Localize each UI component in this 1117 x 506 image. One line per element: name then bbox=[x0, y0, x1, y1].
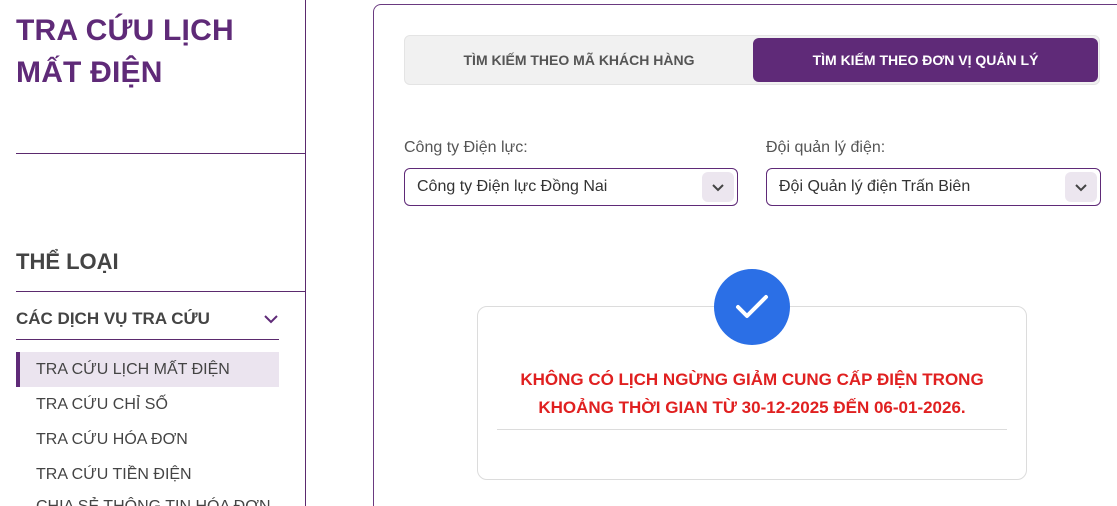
company-label: Công ty Điện lực: bbox=[404, 139, 528, 156]
nav-item-invoice[interactable]: TRA CỨU HÓA ĐƠN bbox=[16, 422, 279, 457]
nav-list: TRA CỨU LỊCH MẤT ĐIỆN TRA CỨU CHỈ SỐ TRA… bbox=[16, 352, 279, 506]
result-divider bbox=[497, 429, 1007, 430]
no-outage-message: KHÔNG CÓ LỊCH NGỪNG GIẢM CUNG CẤP ĐIỆN T… bbox=[520, 370, 984, 417]
company-select[interactable]: Công ty Điện lực Đồng Nai bbox=[404, 168, 738, 206]
lookup-services-group-toggle[interactable]: CÁC DỊCH VỤ TRA CỨU bbox=[16, 298, 279, 340]
team-select[interactable]: Đội Quản lý điện Trấn Biên bbox=[766, 168, 1101, 206]
check-icon bbox=[714, 269, 790, 345]
nav-item-label: TRA CỨU CHỈ SỐ bbox=[36, 395, 168, 413]
sidebar: TRA CỨU LỊCH MẤT ĐIỆN THỂ LOẠI CÁC DỊCH … bbox=[0, 0, 306, 506]
nav-item-label: TRA CỨU TIỀN ĐIỆN bbox=[36, 465, 192, 483]
team-label: Đội quản lý điện: bbox=[766, 139, 886, 156]
nav-item-label: CHIA SẺ THÔNG TIN HÓA ĐƠN bbox=[36, 498, 271, 506]
chevron-down-icon bbox=[702, 172, 734, 202]
chevron-down-icon bbox=[263, 311, 279, 327]
search-mode-tabs: TÌM KIẾM THEO MÃ KHÁCH HÀNG TÌM KIẾM THE… bbox=[404, 35, 1100, 85]
nav-item-label: TRA CỨU LỊCH MẤT ĐIỆN bbox=[36, 360, 230, 378]
tab-search-by-customer-code[interactable]: TÌM KIẾM THEO MÃ KHÁCH HÀNG bbox=[407, 38, 751, 82]
page-title: TRA CỨU LỊCH MẤT ĐIỆN bbox=[16, 14, 234, 89]
team-select-value: Đội Quản lý điện Trấn Biên bbox=[779, 178, 971, 195]
chevron-down-icon bbox=[1065, 172, 1097, 202]
category-divider bbox=[16, 291, 305, 292]
nav-item-label: TRA CỨU HÓA ĐƠN bbox=[36, 430, 188, 448]
category-heading: THỂ LOẠI bbox=[16, 249, 119, 274]
sidebar-divider bbox=[16, 153, 305, 154]
tab-search-by-management-unit[interactable]: TÌM KIẾM THEO ĐƠN VỊ QUẢN LÝ bbox=[753, 38, 1098, 82]
company-select-value: Công ty Điện lực Đồng Nai bbox=[417, 178, 608, 195]
nav-item-share-invoice[interactable]: CHIA SẺ THÔNG TIN HÓA ĐƠN bbox=[16, 492, 279, 506]
nav-item-meter-index[interactable]: TRA CỨU CHỈ SỐ bbox=[16, 387, 279, 422]
nav-item-outage-schedule[interactable]: TRA CỨU LỊCH MẤT ĐIỆN bbox=[16, 352, 279, 387]
group-label: CÁC DỊCH VỤ TRA CỨU bbox=[16, 308, 210, 328]
nav-item-electricity-bill[interactable]: TRA CỨU TIỀN ĐIỆN bbox=[16, 457, 279, 492]
